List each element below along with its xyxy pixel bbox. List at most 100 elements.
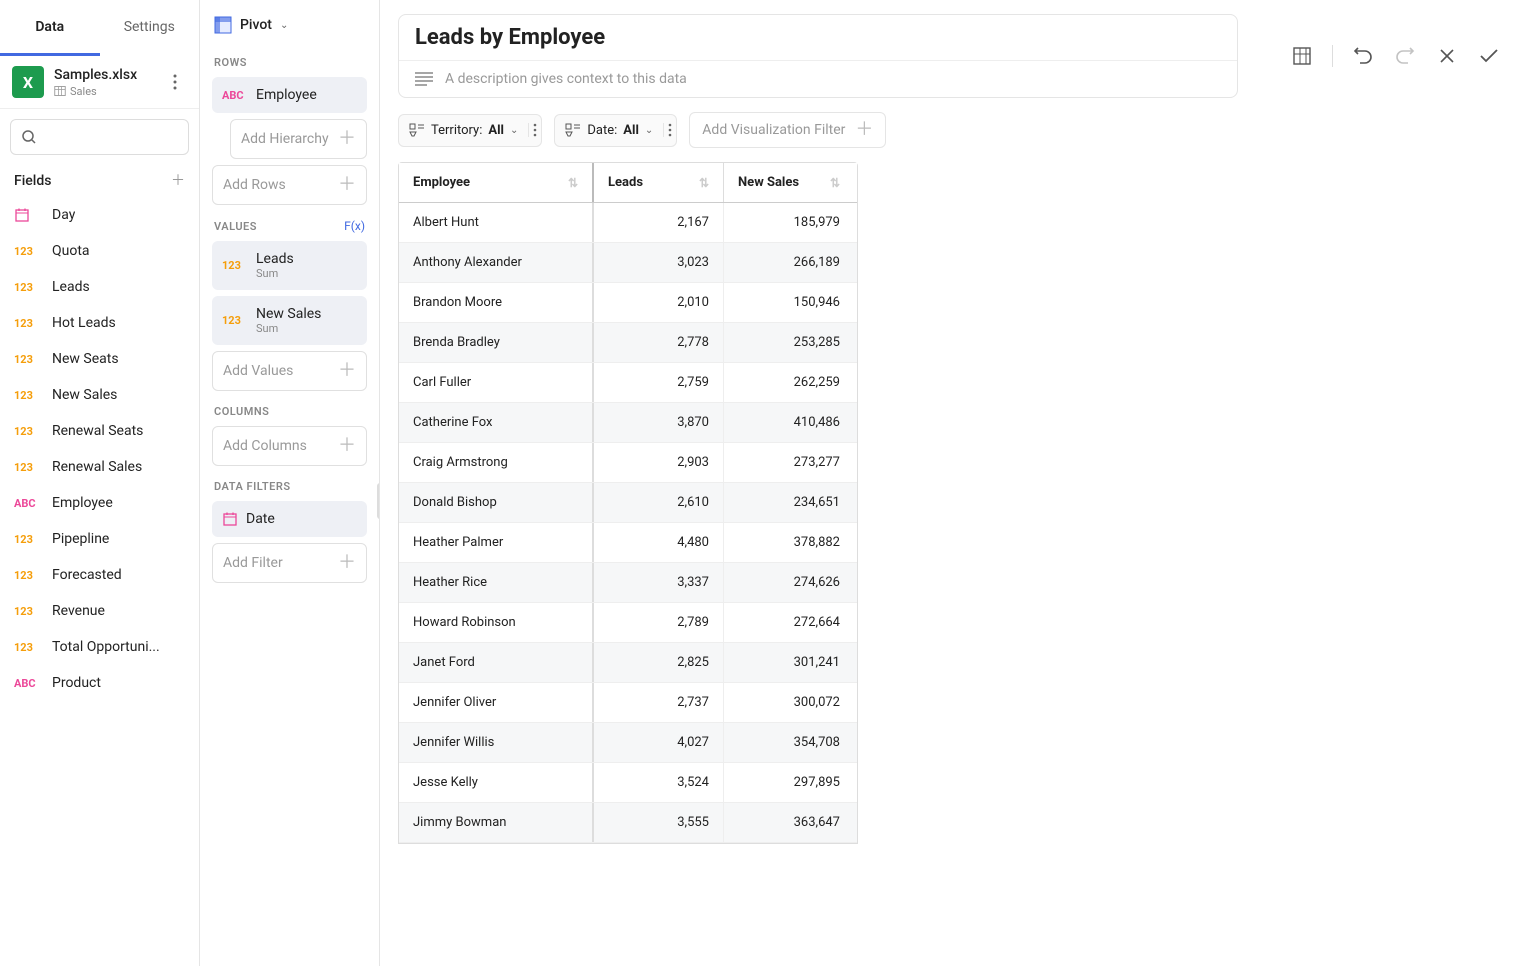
field-item[interactable]: ABC Product: [0, 665, 199, 701]
date-menu[interactable]: [663, 123, 676, 137]
cell-newsales: 300,072: [724, 683, 854, 722]
cell-leads: 2,759: [594, 363, 724, 402]
add-rows-zone[interactable]: Add Rows ＋: [212, 165, 367, 205]
cell-leads: 3,524: [594, 763, 724, 802]
table-row[interactable]: Craig Armstrong2,903273,277: [399, 443, 857, 483]
title-box: Leads by Employee A description gives co…: [398, 14, 1238, 98]
grid-view-button[interactable]: [1290, 44, 1314, 68]
cell-newsales: 253,285: [724, 323, 854, 362]
table-row[interactable]: Albert Hunt2,167185,979: [399, 203, 857, 243]
table-row[interactable]: Brandon Moore2,010150,946: [399, 283, 857, 323]
table-row[interactable]: Anthony Alexander3,023266,189: [399, 243, 857, 283]
table-row[interactable]: Howard Robinson2,789272,664: [399, 603, 857, 643]
search-input[interactable]: [10, 119, 189, 155]
date-label: Date:: [587, 123, 617, 138]
field-label: Revenue: [52, 603, 105, 619]
field-item[interactable]: 123Hot Leads: [0, 305, 199, 341]
file-name: Samples.xlsx: [54, 67, 153, 83]
table-row[interactable]: Heather Palmer4,480378,882: [399, 523, 857, 563]
fx-button[interactable]: F(x): [344, 219, 365, 233]
col-header-newsales[interactable]: New Sales ⇅: [724, 163, 854, 202]
col-header-employee[interactable]: Employee ⇅: [399, 163, 594, 202]
table-row[interactable]: Jimmy Bowman3,555363,647: [399, 803, 857, 843]
territory-menu[interactable]: [528, 123, 541, 137]
excel-icon: X: [12, 66, 44, 98]
viz-description[interactable]: A description gives context to this data: [399, 60, 1237, 97]
row-chip-employee[interactable]: ABC Employee: [212, 77, 367, 113]
table-row[interactable]: Jennifer Willis4,027354,708: [399, 723, 857, 763]
add-values-zone[interactable]: Add Values ＋: [212, 351, 367, 391]
left-tabs: Data Settings: [0, 0, 199, 56]
undo-button[interactable]: [1351, 44, 1375, 68]
table-row[interactable]: Catherine Fox3,870410,486: [399, 403, 857, 443]
table-row[interactable]: Heather Rice3,337274,626: [399, 563, 857, 603]
calendar-badge: [14, 207, 40, 223]
field-item[interactable]: 123Revenue: [0, 593, 199, 629]
add-values-label: Add Values: [223, 363, 293, 379]
add-rows-label: Add Rows: [223, 177, 286, 193]
field-item[interactable]: 123Leads: [0, 269, 199, 305]
field-item[interactable]: 123Quota: [0, 233, 199, 269]
pivot-table: Employee ⇅ Leads ⇅ New Sales ⇅ Albert Hu…: [398, 162, 858, 844]
value-chip[interactable]: 123LeadsSum: [212, 241, 367, 290]
table-row[interactable]: Carl Fuller2,759262,259: [399, 363, 857, 403]
calendar-icon: [222, 511, 238, 527]
cell-leads: 3,337: [594, 563, 724, 602]
filter-icon: [565, 123, 581, 137]
cell-newsales: 272,664: [724, 603, 854, 642]
pivot-selector[interactable]: Pivot ⌄: [212, 10, 367, 48]
redo-button[interactable]: [1393, 44, 1417, 68]
number-badge: 123: [14, 569, 40, 582]
sort-icon[interactable]: ⇅: [699, 176, 709, 190]
fields-title: Fields: [14, 173, 51, 189]
cell-employee: Donald Bishop: [399, 483, 594, 522]
field-label: Day: [52, 207, 75, 223]
field-label: Product: [52, 675, 101, 691]
table-row[interactable]: Jesse Kelly3,524297,895: [399, 763, 857, 803]
field-item[interactable]: 123Pipepline: [0, 521, 199, 557]
field-item[interactable]: 123New Sales: [0, 377, 199, 413]
add-viz-filter[interactable]: Add Visualization Filter ＋: [689, 112, 886, 148]
cell-newsales: 354,708: [724, 723, 854, 762]
field-item[interactable]: 123New Seats: [0, 341, 199, 377]
date-filter[interactable]: Date: All ⌄: [554, 114, 677, 147]
field-label: New Sales: [52, 387, 117, 403]
text-badge: ABC: [14, 677, 40, 690]
paragraph-icon: [415, 72, 433, 86]
table-row[interactable]: Brenda Bradley2,778253,285: [399, 323, 857, 363]
tab-data[interactable]: Data: [0, 0, 100, 56]
tab-settings[interactable]: Settings: [100, 0, 200, 56]
cell-leads: 3,870: [594, 403, 724, 442]
sort-icon[interactable]: ⇅: [830, 176, 840, 190]
number-badge: 123: [14, 245, 40, 258]
add-field-button[interactable]: ＋: [171, 174, 185, 188]
field-item[interactable]: 123Total Opportuni...: [0, 629, 199, 665]
value-chip[interactable]: 123New SalesSum: [212, 296, 367, 345]
table-row[interactable]: Donald Bishop2,610234,651: [399, 483, 857, 523]
territory-filter[interactable]: Territory: All ⌄: [398, 114, 542, 147]
field-item[interactable]: ABCEmployee: [0, 485, 199, 521]
table-row[interactable]: Janet Ford2,825301,241: [399, 643, 857, 683]
field-item[interactable]: Day: [0, 197, 199, 233]
file-more-button[interactable]: [163, 70, 187, 94]
cell-employee: Carl Fuller: [399, 363, 594, 402]
viz-title[interactable]: Leads by Employee: [399, 15, 1237, 60]
values-label: VALUES F(x): [212, 211, 367, 241]
file-row[interactable]: X Samples.xlsx Sales: [0, 56, 199, 109]
sort-icon[interactable]: ⇅: [568, 176, 578, 190]
add-columns-zone[interactable]: Add Columns ＋: [212, 426, 367, 466]
field-item[interactable]: 123Forecasted: [0, 557, 199, 593]
chevron-down-icon: ⌄: [510, 125, 518, 136]
close-button[interactable]: [1435, 44, 1459, 68]
col-header-leads[interactable]: Leads ⇅: [594, 163, 724, 202]
config-panel: Pivot ⌄ ROWS ABC Employee Add Hierarchy …: [200, 0, 380, 966]
field-item[interactable]: 123Renewal Seats: [0, 413, 199, 449]
number-badge: 123: [14, 425, 40, 438]
add-filter-zone[interactable]: Add Filter ＋: [212, 543, 367, 583]
filter-chip-date[interactable]: Date: [212, 501, 367, 537]
add-hierarchy-zone[interactable]: Add Hierarchy ＋: [230, 119, 367, 159]
field-item[interactable]: 123Renewal Sales: [0, 449, 199, 485]
table-row[interactable]: Jennifer Oliver2,737300,072: [399, 683, 857, 723]
confirm-button[interactable]: [1477, 44, 1501, 68]
number-badge: 123: [14, 353, 40, 366]
